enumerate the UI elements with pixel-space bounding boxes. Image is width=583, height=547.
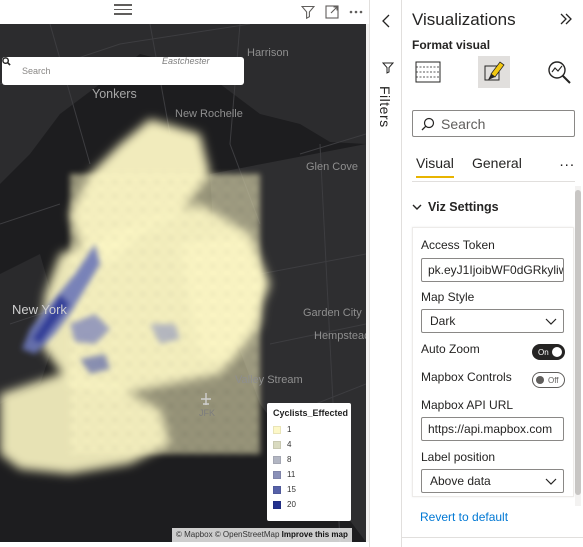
map-attribution: © Mapbox © OpenStreetMap Improve this ma… [172, 528, 352, 542]
legend-swatch [273, 425, 281, 434]
drag-handle-icon[interactable] [114, 4, 132, 16]
map-style-value: Dark [430, 314, 456, 328]
filter-icon[interactable] [299, 3, 317, 21]
legend-item: 1 [273, 422, 345, 437]
filters-pane: Filters [369, 0, 402, 547]
place-label: Hempstead [314, 330, 366, 342]
format-visual-icon[interactable] [478, 56, 510, 88]
legend-label: 11 [287, 470, 296, 479]
place-label: New York [12, 302, 67, 317]
label-position-select[interactable]: Above data [421, 469, 564, 493]
analytics-icon[interactable] [544, 56, 576, 88]
filters-pane-label[interactable]: Filters [377, 86, 393, 128]
place-label: New Rochelle [175, 108, 243, 120]
section-title: Viz Settings [428, 200, 499, 214]
place-label: Harrison [247, 47, 289, 59]
pane-title: Visualizations [412, 10, 516, 29]
format-visual-heading: Format visual [412, 38, 491, 52]
legend-item: 15 [273, 482, 345, 497]
chevron-down-icon [412, 204, 422, 210]
search-icon [421, 117, 435, 130]
tab-general[interactable]: General [472, 155, 522, 171]
legend-label: 20 [287, 500, 296, 509]
pane-bottom-divider [402, 537, 583, 547]
map-legend: Cyclists_Effected 1 4 8 11 15 20 [267, 403, 351, 521]
filter-icon[interactable] [382, 62, 394, 74]
viz-settings-card: Access Token pk.eyJ1IjoibWF0dGRkyliwi Ma… [412, 227, 574, 497]
auto-zoom-state: On [538, 347, 549, 357]
legend-item: 8 [273, 452, 345, 467]
legend-item: 4 [273, 437, 345, 452]
place-label: Garden City [303, 307, 362, 319]
api-url-input[interactable]: https://api.mapbox.com [421, 417, 564, 441]
chevron-left-icon[interactable] [381, 14, 391, 28]
map-style-label: Map Style [421, 290, 475, 304]
label-position-value: Above data [430, 474, 491, 488]
legend-item: 20 [273, 497, 345, 512]
pane-scrollbar-thumb[interactable] [575, 190, 581, 495]
mapbox-controls-toggle[interactable]: Off [532, 372, 565, 388]
focus-mode-icon[interactable] [323, 3, 341, 21]
attribution-improve[interactable]: Improve this map [282, 530, 348, 539]
legend-swatch [273, 500, 281, 509]
section-header-viz-settings[interactable]: Viz Settings [412, 200, 499, 214]
legend-label: 4 [287, 440, 292, 449]
format-tabs: Visual General ... [412, 153, 577, 181]
double-chevron-right-icon[interactable] [559, 12, 573, 26]
label-position-label: Label position [421, 450, 496, 464]
place-label: Glen Cove [306, 161, 358, 173]
chevron-down-icon [545, 318, 557, 325]
place-label: Eastchester [162, 56, 210, 66]
legend-swatch [273, 440, 281, 449]
map-search-placeholder: Search [22, 66, 51, 76]
legend-label: 15 [287, 485, 296, 494]
legend-swatch [273, 455, 281, 464]
place-label: Valley Stream [235, 374, 303, 386]
revert-to-default-link[interactable]: Revert to default [420, 510, 508, 524]
tab-visual[interactable]: Visual [416, 155, 454, 178]
attribution-mapbox[interactable]: © Mapbox [176, 530, 213, 539]
auto-zoom-label: Auto Zoom [421, 342, 480, 356]
attribution-osm[interactable]: © OpenStreetMap [215, 530, 280, 539]
visual-bottom-strip [0, 542, 369, 547]
pane-search-placeholder: Search [441, 115, 486, 132]
tabs-more-button[interactable]: ... [559, 153, 575, 170]
access-token-input[interactable]: pk.eyJ1IjoibWF0dGRkyliwi [421, 258, 564, 282]
access-token-label: Access Token [421, 238, 495, 252]
api-url-label: Mapbox API URL [421, 398, 514, 412]
place-label: Yonkers [92, 87, 137, 101]
legend-item: 11 [273, 467, 345, 482]
place-label: JFK [199, 408, 216, 418]
search-icon [2, 57, 11, 66]
pane-search-input[interactable]: Search [412, 110, 575, 137]
tabs-divider [412, 181, 575, 182]
visual-header [0, 0, 369, 24]
build-visual-icon[interactable] [412, 56, 444, 88]
visualizations-pane: Visualizations Format visual Search Visu… [402, 0, 583, 547]
legend-swatch [273, 470, 281, 479]
mapbox-controls-label: Mapbox Controls [421, 370, 512, 384]
legend-title: Cyclists_Effected [273, 408, 349, 418]
auto-zoom-toggle[interactable]: On [532, 344, 565, 360]
legend-label: 1 [287, 425, 292, 434]
map-visual: Search Harrison Eastchester Yonkers New … [0, 0, 369, 547]
more-options-icon[interactable] [347, 3, 365, 21]
legend-swatch [273, 485, 281, 494]
legend-label: 8 [287, 455, 292, 464]
pane-tool-icons [412, 56, 577, 90]
map-style-select[interactable]: Dark [421, 309, 564, 333]
mapbox-controls-state: Off [548, 375, 559, 385]
chevron-down-icon [545, 478, 557, 485]
